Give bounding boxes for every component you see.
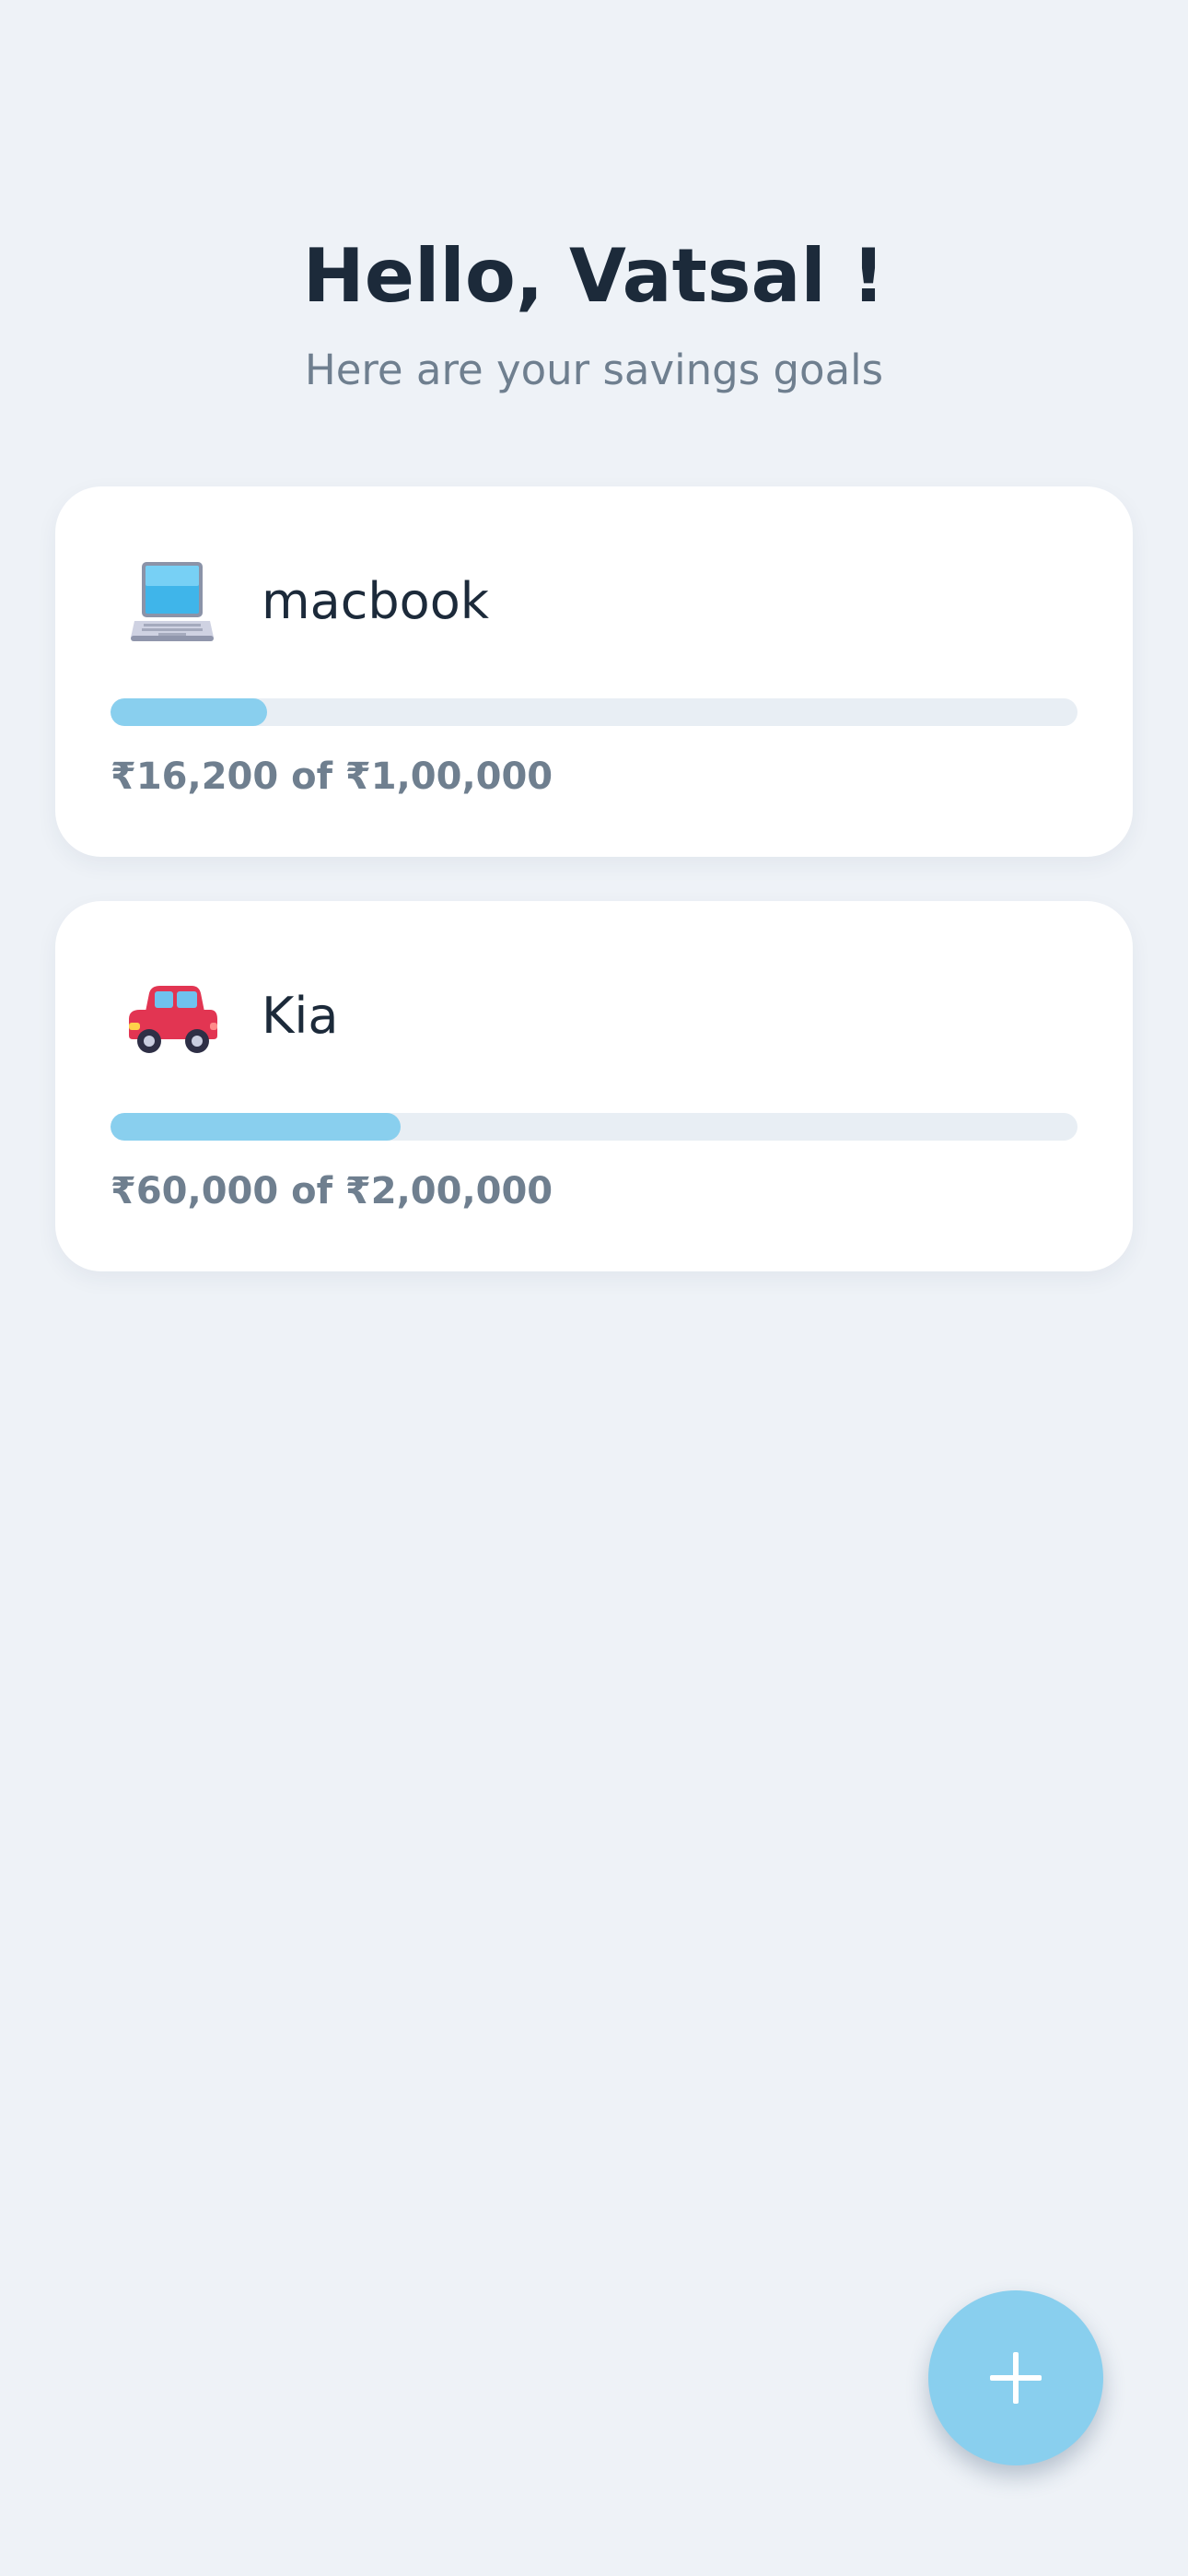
plus-icon [990, 2352, 1042, 2404]
savings-goals-screen: Hello, Vatsal ! Here are your savings go… [0, 0, 1188, 2576]
goal-name: Kia [262, 987, 339, 1045]
goal-card-kia[interactable]: Kia ₹60,000 of ₹2,00,000 [55, 901, 1133, 1271]
header: Hello, Vatsal ! Here are your savings go… [0, 230, 1188, 398]
page-subtitle: Here are your savings goals [304, 345, 884, 394]
goal-progress-fill [111, 698, 268, 726]
goal-amount: ₹16,200 of ₹1,00,000 [111, 755, 553, 798]
page-title: Hello, Vatsal ! [302, 233, 886, 319]
goal-amount: ₹60,000 of ₹2,00,000 [111, 1170, 553, 1212]
laptop-icon [122, 551, 223, 652]
goal-progress-bar [111, 698, 1077, 726]
goal-progress-bar [111, 1113, 1077, 1141]
goal-progress-fill [111, 1113, 401, 1141]
goal-card-macbook[interactable]: macbook ₹16,200 of ₹1,00,000 [55, 486, 1133, 857]
car-icon [122, 966, 223, 1067]
goal-name: macbook [262, 572, 490, 630]
add-goal-button[interactable] [928, 2290, 1103, 2465]
goals-list: macbook ₹16,200 of ₹1,00,000 Kia ₹60,000… [55, 486, 1133, 1316]
